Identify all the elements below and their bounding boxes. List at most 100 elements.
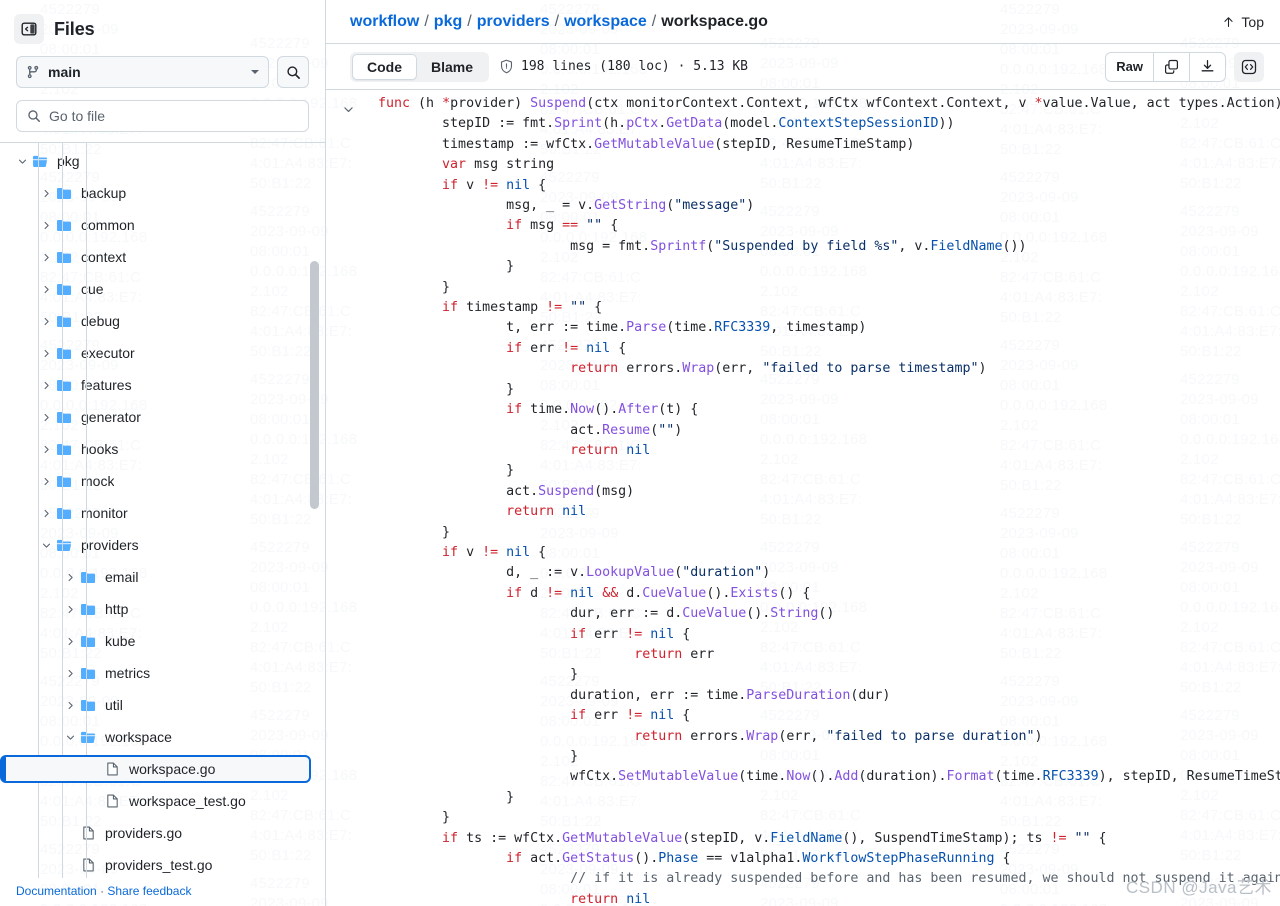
go-to-file-input[interactable]: Go to file xyxy=(16,100,309,132)
sidebar-collapse-icon[interactable] xyxy=(14,14,44,44)
chevron-right-icon[interactable] xyxy=(38,188,54,199)
symbols-button[interactable] xyxy=(1234,51,1264,82)
arrow-up-icon xyxy=(1224,16,1234,27)
folder-icon xyxy=(54,218,74,233)
tree-item-label: http xyxy=(105,601,129,617)
search-icon xyxy=(286,65,300,79)
file-icon xyxy=(102,793,122,809)
tree-folder-item[interactable]: metrics xyxy=(0,657,325,689)
tree-file-item[interactable]: providers_test.go xyxy=(0,849,325,878)
tree-folder-item[interactable]: debug xyxy=(0,305,325,337)
file-content-pane: workflow / pkg / providers / workspace / workspa… xyxy=(326,0,1280,906)
sidebar-scrollbar[interactable] xyxy=(310,261,319,778)
chevron-right-icon[interactable] xyxy=(38,380,54,391)
branch-selector[interactable]: main xyxy=(16,56,269,88)
git-branch-icon xyxy=(27,65,39,79)
tab-code[interactable]: Code xyxy=(352,53,417,80)
sidebar-controls: main xyxy=(0,52,325,96)
tree-folder-item[interactable]: hooks xyxy=(0,433,325,465)
download-button[interactable] xyxy=(1190,53,1225,81)
tree-folder-item[interactable]: features xyxy=(0,369,325,401)
toolbar-actions: Raw xyxy=(1105,51,1264,82)
chevron-right-icon[interactable] xyxy=(62,700,78,711)
tree-folder-item[interactable]: kube xyxy=(0,625,325,657)
tree-file-item[interactable]: workspace.go xyxy=(0,753,325,785)
tree-item-label: executor xyxy=(81,345,135,361)
tree-folder-item[interactable]: workspace xyxy=(0,721,325,753)
chevron-right-icon[interactable] xyxy=(62,636,78,647)
tree-folder-item[interactable]: executor xyxy=(0,337,325,369)
sidebar-scrollbar-thumb[interactable] xyxy=(310,261,319,509)
footer-separator: · xyxy=(100,884,105,898)
sidebar-search-button[interactable] xyxy=(277,56,309,88)
copy-button[interactable] xyxy=(1154,52,1190,81)
chevron-right-icon[interactable] xyxy=(38,316,54,327)
chevron-right-icon[interactable] xyxy=(38,444,54,455)
branch-name: main xyxy=(48,64,81,80)
chevron-right-icon[interactable] xyxy=(62,668,78,679)
chevron-right-icon[interactable] xyxy=(38,412,54,423)
chevron-down-icon[interactable] xyxy=(14,156,30,167)
tree-item-label: email xyxy=(105,569,139,585)
tab-blame[interactable]: Blame xyxy=(417,54,487,80)
chevron-right-icon[interactable] xyxy=(38,220,54,231)
folder-icon xyxy=(54,314,74,329)
code-viewer: func (h *provider) Suspend(ctx monitorCo… xyxy=(326,90,1280,906)
folder-icon xyxy=(54,442,74,457)
tree-folder-item[interactable]: common xyxy=(0,209,325,241)
go-to-file-placeholder: Go to file xyxy=(49,108,106,124)
raw-button[interactable]: Raw xyxy=(1106,52,1154,81)
breadcrumb-item-workspace[interactable]: workspace xyxy=(564,13,647,31)
folder-icon xyxy=(78,570,98,585)
tree-item-label: monitor xyxy=(81,505,128,521)
breadcrumb-item-workflow[interactable]: workflow xyxy=(350,13,419,31)
chevron-down-icon[interactable] xyxy=(62,732,78,743)
tree-file-item[interactable]: providers.go xyxy=(0,817,325,849)
code-scroll-region[interactable]: func (h *provider) Suspend(ctx monitorCo… xyxy=(326,90,1280,906)
tree-item-label: context xyxy=(81,249,127,265)
chevron-right-icon[interactable] xyxy=(62,604,78,615)
chevron-right-icon[interactable] xyxy=(62,572,78,583)
chevron-down-icon[interactable] xyxy=(38,540,54,551)
back-to-top-button[interactable]: Top xyxy=(1222,14,1264,30)
tree-folder-item[interactable]: cue xyxy=(0,273,325,305)
tree-item-label: workspace xyxy=(105,729,172,745)
share-feedback-link[interactable]: Share feedback xyxy=(107,884,191,898)
tree-folder-item[interactable]: util xyxy=(0,689,325,721)
tree-folder-item[interactable]: generator xyxy=(0,401,325,433)
breadcrumb-separator: / xyxy=(651,12,657,30)
file-toolbar: Code Blame 198 lines (180 loc) · 5.13 KB… xyxy=(326,44,1280,90)
breadcrumb-separator: / xyxy=(467,12,472,30)
breadcrumb-item-pkg[interactable]: pkg xyxy=(434,13,462,31)
chevron-right-icon[interactable] xyxy=(38,348,54,359)
tree-item-label: features xyxy=(81,377,132,393)
file-meta-text: 198 lines (180 loc) · 5.13 KB xyxy=(521,59,749,74)
folder-icon xyxy=(54,506,74,521)
tree-folder-item[interactable]: email xyxy=(0,561,325,593)
chevron-right-icon[interactable] xyxy=(38,476,54,487)
file-meta: 198 lines (180 loc) · 5.13 KB xyxy=(499,59,748,74)
tree-folder-item[interactable]: mock xyxy=(0,465,325,497)
raw-copy-download-group: Raw xyxy=(1105,51,1226,82)
folder-icon xyxy=(78,634,98,649)
chevron-right-icon[interactable] xyxy=(38,508,54,519)
tree-folder-item[interactable]: pkg xyxy=(0,145,325,177)
breadcrumb-separator: / xyxy=(424,12,429,30)
folder-open-icon xyxy=(30,154,50,169)
sidebar-title: Files xyxy=(54,18,95,39)
breadcrumb-item-providers[interactable]: providers xyxy=(477,13,550,31)
documentation-link[interactable]: Documentation xyxy=(16,884,97,898)
breadcrumb: workflow / pkg / providers / workspace / workspa… xyxy=(350,13,768,31)
tree-folder-item[interactable]: backup xyxy=(0,177,325,209)
tree-file-item[interactable]: workspace_test.go xyxy=(0,785,325,817)
tree-folder-item[interactable]: context xyxy=(0,241,325,273)
tree-folder-item[interactable]: http xyxy=(0,593,325,625)
tree-folder-item[interactable]: providers xyxy=(0,529,325,561)
tree-folder-item[interactable]: monitor xyxy=(0,497,325,529)
chevron-right-icon[interactable] xyxy=(38,284,54,295)
tree-item-label: common xyxy=(81,217,135,233)
tree-indent-guide xyxy=(86,143,87,878)
chevron-right-icon[interactable] xyxy=(38,252,54,263)
folder-icon xyxy=(54,346,74,361)
sidebar-header: Files xyxy=(0,0,325,52)
